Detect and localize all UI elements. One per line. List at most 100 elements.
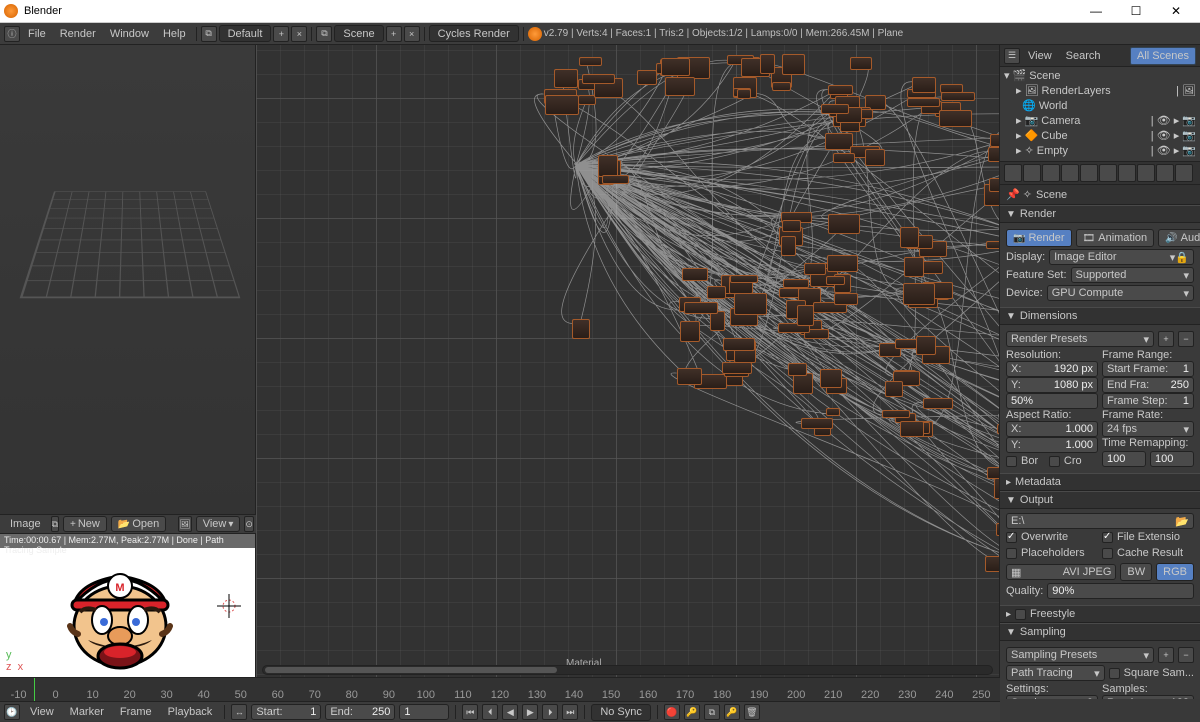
current-frame-field[interactable]: 1 (399, 704, 449, 720)
render-samples-field[interactable]: Render:128 (1102, 695, 1194, 699)
node-scroll-h[interactable] (262, 665, 993, 675)
format-select[interactable]: ▦ AVI JPEG (1006, 564, 1116, 580)
image-view-button[interactable]: View ▾ (196, 516, 241, 532)
keyframe-next-icon[interactable]: ⏵ (542, 704, 558, 720)
end-frame-field[interactable]: End:250 (325, 704, 395, 720)
render-button[interactable]: 📷 Render (1006, 229, 1072, 247)
res-y[interactable]: Y:1080 px (1006, 377, 1098, 393)
sampling-panel-header[interactable]: ▼ Sampling (1000, 623, 1200, 641)
image-pin-icon[interactable]: ⊙ (244, 516, 254, 532)
image-open-button[interactable]: 📂 Open (111, 516, 166, 532)
start-frame[interactable]: Start Frame:1 (1102, 361, 1194, 377)
seed-field[interactable]: Seed:0 (1006, 695, 1098, 699)
scene-add-icon[interactable]: + (386, 26, 402, 42)
remap-new[interactable]: 100 (1150, 451, 1194, 467)
scene-tree[interactable]: ▾ 🎬Scene ▸ 🖼RenderLayers| 🖼 🌐World ▸ 📷Ca… (1000, 67, 1200, 161)
rgb-button[interactable]: RGB (1156, 563, 1194, 581)
end-frame[interactable]: End Fra:250 (1102, 377, 1194, 393)
tl-playback-menu[interactable]: Playback (162, 704, 219, 720)
res-pct[interactable]: 50% (1006, 393, 1098, 409)
scene-delete-icon[interactable]: × (404, 26, 420, 42)
3d-viewport[interactable] (0, 45, 256, 514)
timeline-ruler[interactable]: -100102030405060708090100110120130140150… (0, 678, 1000, 702)
sync-mode-select[interactable]: No Sync (591, 704, 651, 721)
tl-frame-menu[interactable]: Frame (114, 704, 158, 720)
window-menu[interactable]: Window (104, 26, 155, 42)
screen-layout-selector[interactable]: Default (219, 25, 272, 42)
outliner-view-menu[interactable]: View (1022, 48, 1058, 64)
sampling-presets[interactable]: Sampling Presets▾ (1006, 647, 1154, 663)
overwrite-check[interactable] (1006, 532, 1017, 543)
play-icon[interactable]: ▶ (522, 704, 538, 720)
autokey-icon[interactable]: 🔴 (664, 704, 680, 720)
dimensions-panel-header[interactable]: ▼ Dimensions (1000, 307, 1200, 325)
key-delete-icon[interactable]: 🗑 (744, 704, 760, 720)
render-engine-selector[interactable]: Cycles Render (429, 25, 519, 42)
feature-set-select[interactable]: Supported▾ (1071, 267, 1194, 283)
render-preview[interactable]: Time:00:00.67 | Mem:2.77M, Peak:2.77M | … (0, 534, 256, 679)
placeholders-check[interactable] (1006, 548, 1017, 559)
freestyle-panel-header[interactable]: ▸ Freestyle (1000, 605, 1200, 623)
jump-start-icon[interactable]: ⏮ (462, 704, 478, 720)
outliner-type-icon[interactable]: ☰ (1004, 48, 1020, 64)
keyframe-prev-icon[interactable]: ⏴ (482, 704, 498, 720)
fps-select[interactable]: 24 fps▾ (1102, 421, 1194, 437)
editor-type-timeline-icon[interactable]: 🕑 (4, 704, 20, 720)
device-select[interactable]: GPU Compute▾ (1047, 285, 1194, 301)
file-menu[interactable]: File (22, 26, 52, 42)
image-new-button[interactable]: + New (63, 516, 107, 532)
image-mode-icon[interactable]: 🖼 (178, 516, 191, 532)
key-insert-icon[interactable]: 🔑 (724, 704, 740, 720)
scene-selector[interactable]: Scene (334, 25, 383, 42)
metadata-panel-header[interactable]: ▸ Metadata (1000, 473, 1200, 491)
help-menu[interactable]: Help (157, 26, 192, 42)
screen-delete-icon[interactable]: × (291, 26, 307, 42)
screen-browse-icon[interactable]: ⧉ (201, 26, 217, 42)
screen-add-icon[interactable]: + (273, 26, 289, 42)
jump-end-icon[interactable]: ⏭ (562, 704, 578, 720)
editor-type-icon[interactable]: ⓘ (4, 26, 20, 42)
output-path[interactable]: E:\📂 (1006, 513, 1194, 529)
crop-check[interactable] (1049, 456, 1060, 467)
render-presets[interactable]: Render Presets▾ (1006, 331, 1154, 347)
image-browse-icon[interactable]: ⧉ (51, 516, 59, 532)
fileext-check[interactable] (1102, 532, 1113, 543)
blender-version-icon (528, 27, 542, 41)
outliner-search-menu[interactable]: Search (1060, 48, 1107, 64)
audio-button[interactable]: 🔊 Audio (1158, 229, 1200, 247)
keying-set-icon[interactable]: 🔑 (684, 704, 700, 720)
start-frame-field[interactable]: Start:1 (251, 704, 321, 720)
tl-view-menu[interactable]: View (24, 704, 60, 720)
square-samples-check[interactable] (1109, 668, 1120, 679)
res-x[interactable]: X:1920 px (1006, 361, 1098, 377)
minimize-button[interactable]: — (1076, 0, 1116, 22)
maximize-button[interactable]: ☐ (1116, 0, 1156, 22)
aspect-x[interactable]: X:1.000 (1006, 421, 1098, 437)
node-editor[interactable]: Material ⊞ View Select Add Node ● ◐ 🌐 ◉ … (256, 45, 1000, 699)
render-result-image: M (50, 554, 190, 674)
render-menu[interactable]: Render (54, 26, 102, 42)
cache-check[interactable] (1102, 548, 1113, 559)
outliner-filter[interactable]: All Scenes (1130, 47, 1196, 65)
integrator-select[interactable]: Path Tracing▾ (1006, 665, 1105, 681)
properties-context-tabs[interactable] (1000, 162, 1200, 185)
image-menu[interactable]: Image (4, 516, 47, 532)
timeline-header: 🕑 View Marker Frame Playback ↔ Start:1 E… (0, 702, 1000, 722)
frame-step[interactable]: Frame Step:1 (1102, 393, 1194, 409)
display-select[interactable]: Image Editor▾🔒 (1049, 249, 1194, 265)
output-panel-header[interactable]: ▼ Output (1000, 491, 1200, 509)
render-panel-header[interactable]: ▼ Render (1000, 205, 1200, 223)
animation-button[interactable]: 🎞 Animation (1076, 229, 1155, 247)
range-icon[interactable]: ↔ (231, 704, 247, 720)
close-button[interactable]: ✕ (1156, 0, 1196, 22)
remap-old[interactable]: 100 (1102, 451, 1146, 467)
tab-render-icon[interactable] (1004, 164, 1022, 182)
keying-browse-icon[interactable]: ⧉ (704, 704, 720, 720)
tl-marker-menu[interactable]: Marker (64, 704, 110, 720)
border-check[interactable] (1006, 456, 1017, 467)
scene-browse-icon[interactable]: ⧉ (316, 26, 332, 42)
aspect-y[interactable]: Y:1.000 (1006, 437, 1098, 453)
quality-field[interactable]: 90% (1047, 583, 1194, 599)
bw-button[interactable]: BW (1120, 563, 1152, 581)
play-reverse-icon[interactable]: ◀ (502, 704, 518, 720)
